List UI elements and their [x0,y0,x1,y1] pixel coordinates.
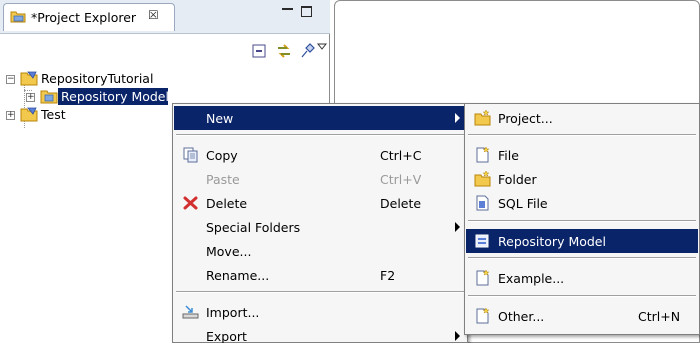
menu-item-label: Special Folders [206,220,301,235]
menu-item-label: Move... [206,244,252,259]
folder-icon [40,90,58,104]
sql-file-icon [476,195,489,211]
submenu-item-project[interactable]: Project... [466,106,698,130]
new-file-icon [476,147,490,163]
expand-expander[interactable]: + [6,111,15,120]
menu-item-label: SQL File [498,196,548,211]
pin-icon[interactable] [298,42,316,60]
expand-expander[interactable]: + [26,93,35,102]
menu-separator [468,257,696,259]
maximize-icon[interactable] [301,6,312,17]
view-toolbar [0,38,330,66]
tree-item-label: Repository Models [58,88,168,105]
view-tab-title: *Project Explorer [31,10,137,25]
menu-item-import[interactable]: Import... [174,300,466,324]
menu-separator [176,134,464,136]
submenu-arrow-icon [455,113,460,123]
repository-model-icon [475,234,489,248]
submenu-item-example[interactable]: Example... [466,266,698,290]
menu-item-label: Example... [498,271,565,286]
menu-item-special-folders[interactable]: Special Folders [174,215,466,239]
delete-icon [183,196,198,210]
tree-item-test[interactable]: + Test [6,106,106,124]
new-project-icon [474,110,491,126]
menu-item-shortcut: Delete [380,196,422,211]
project-explorer-tab[interactable]: *Project Explorer ☒ [3,3,175,31]
project-icon [20,71,38,86]
menu-item-shortcut: Ctrl+C [380,148,422,163]
menu-item-label: Copy [206,148,238,163]
submenu-item-folder[interactable]: Folder [466,167,698,191]
tree-item-repository-models[interactable]: + Repository Models [26,88,186,106]
copy-icon [183,147,198,163]
menu-item-label: Rename... [206,268,270,283]
menu-item-label: Folder [498,172,537,187]
menu-item-new[interactable]: New [174,106,466,130]
new-submenu: Project... File Folder SQL File Reposito… [464,103,700,335]
menu-item-label: Delete [206,196,248,211]
submenu-arrow-icon [455,331,460,341]
tree-item-repositorytutorial[interactable]: − RepositoryTutorial [6,70,206,88]
project-explorer-icon [10,11,26,23]
submenu-item-sql-file[interactable]: SQL File [466,191,698,215]
menu-item-shortcut: Ctrl+V [380,172,422,187]
tree-item-label: RepositoryTutorial [41,71,154,86]
menu-item-label: Import... [206,305,260,320]
submenu-item-file[interactable]: File [466,143,698,167]
menu-separator [468,220,696,222]
menu-item-label: Project... [498,111,553,126]
submenu-item-other[interactable]: Other... Ctrl+N [466,304,698,328]
project-icon [20,107,38,122]
menu-item-rename[interactable]: Rename... F2 [174,263,466,287]
menu-separator [468,134,696,136]
submenu-arrow-icon [455,222,460,232]
menu-item-shortcut: F2 [380,268,396,283]
link-with-editor-icon[interactable] [275,42,293,60]
menu-separator [176,291,464,293]
menu-item-label: New [206,111,234,126]
menu-item-move[interactable]: Move... [174,239,466,263]
collapse-expander[interactable]: − [6,75,15,84]
menu-item-delete[interactable]: Delete Delete [174,191,466,215]
menu-item-label: Export [206,329,247,343]
menu-item-label: Paste [206,172,240,187]
collapse-all-icon[interactable] [250,42,268,60]
view-tab-bar: *Project Explorer ☒ [0,0,330,34]
minimize-icon[interactable] [282,7,293,18]
close-icon[interactable]: ☒ [148,8,159,22]
new-other-icon [476,308,490,324]
menu-separator [468,295,696,297]
menu-item-label: Other... [498,309,545,324]
context-menu: New Copy Ctrl+C Paste Ctrl+V Delete Dele… [172,103,468,343]
menu-item-label: File [498,148,519,163]
menu-item-export[interactable]: Export [174,324,466,343]
import-icon [182,305,199,319]
new-folder-icon [474,171,491,187]
submenu-item-repository-model[interactable]: Repository Model [466,229,698,253]
menu-item-label: Repository Model [498,234,606,249]
menu-item-copy[interactable]: Copy Ctrl+C [174,143,466,167]
menu-item-paste: Paste Ctrl+V [174,167,466,191]
tree-item-label: Test [41,107,66,122]
view-menu-icon[interactable] [316,40,328,52]
new-example-icon [476,270,490,286]
menu-item-shortcut: Ctrl+N [638,309,681,324]
